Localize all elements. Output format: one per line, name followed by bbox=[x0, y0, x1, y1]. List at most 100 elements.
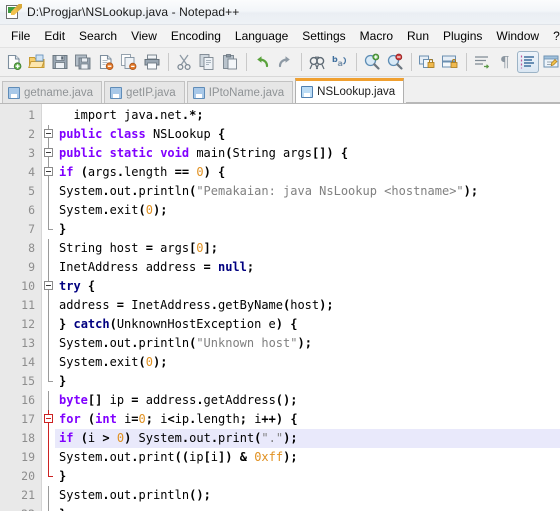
new-file-icon[interactable] bbox=[3, 51, 25, 73]
menu-item-plugins[interactable]: Plugins bbox=[436, 27, 489, 45]
fold-marker[interactable] bbox=[42, 448, 55, 467]
fold-marker[interactable] bbox=[42, 239, 55, 258]
tab-bar-empty-area bbox=[406, 77, 560, 103]
menu-item-macro[interactable]: Macro bbox=[353, 27, 400, 45]
menu-item-window[interactable]: Window bbox=[489, 27, 546, 45]
open-file-icon[interactable] bbox=[26, 51, 48, 73]
menu-item-encoding[interactable]: Encoding bbox=[164, 27, 228, 45]
fold-marker[interactable] bbox=[42, 258, 55, 277]
tab-nslookup-java[interactable]: NSLookup.java bbox=[295, 78, 405, 103]
fold-marker[interactable] bbox=[42, 296, 55, 315]
code-line[interactable]: System.exit(0); bbox=[55, 353, 560, 372]
fold-marker[interactable] bbox=[42, 334, 55, 353]
fold-marker[interactable] bbox=[42, 144, 55, 163]
code-line[interactable]: if (i > 0) System.out.print("."); bbox=[55, 429, 560, 448]
line-number: 1 bbox=[28, 108, 35, 122]
code-editor[interactable]: 1234567891011121314151617181920212223 im… bbox=[0, 104, 560, 511]
save-icon[interactable] bbox=[49, 51, 71, 73]
cut-icon[interactable] bbox=[173, 51, 195, 73]
menu-item-file[interactable]: File bbox=[4, 27, 37, 45]
fold-marker[interactable] bbox=[42, 391, 55, 410]
file-icon bbox=[301, 86, 314, 98]
replace-icon[interactable]: b a bbox=[329, 51, 351, 73]
code-folding-margin[interactable] bbox=[42, 104, 55, 511]
code-line[interactable]: System.exit(0); bbox=[55, 201, 560, 220]
zoom-in-icon[interactable] bbox=[361, 51, 383, 73]
fold-marker[interactable] bbox=[42, 220, 55, 239]
code-line[interactable]: for (int i=0; i<ip.length; i++) { bbox=[55, 410, 560, 429]
menu-item-settings[interactable]: Settings bbox=[295, 27, 352, 45]
sync-horizontal-scroll-icon[interactable] bbox=[439, 51, 461, 73]
menu-item-edit[interactable]: Edit bbox=[37, 27, 72, 45]
notepad-pencil-icon bbox=[5, 4, 22, 20]
code-line[interactable]: System.out.println(); bbox=[55, 486, 560, 505]
code-line[interactable]: } bbox=[55, 505, 560, 511]
code-line[interactable]: } bbox=[55, 372, 560, 391]
file-icon bbox=[8, 86, 20, 99]
redo-icon[interactable] bbox=[274, 51, 296, 73]
line-number: 6 bbox=[28, 203, 35, 217]
fold-marker[interactable] bbox=[42, 125, 55, 144]
code-line[interactable]: import java.net.*; bbox=[55, 106, 560, 125]
fold-marker[interactable] bbox=[42, 182, 55, 201]
code-line[interactable]: address = InetAddress.getByName(host); bbox=[55, 296, 560, 315]
line-number: 22 bbox=[0, 505, 41, 511]
line-number-gutter: 1234567891011121314151617181920212223 bbox=[0, 104, 42, 511]
fold-marker[interactable] bbox=[42, 277, 55, 296]
tab-label: NSLookup.java bbox=[317, 86, 396, 98]
fold-marker[interactable] bbox=[42, 353, 55, 372]
notepadpp-window: D:\Progjar\NSLookup.java - Notepad++ Fil… bbox=[0, 0, 560, 511]
paste-icon[interactable] bbox=[219, 51, 241, 73]
tab-iptoname-java[interactable]: IPtoName.java bbox=[186, 81, 294, 103]
fold-marker[interactable] bbox=[42, 486, 55, 505]
code-line[interactable]: System.out.print((ip[i]) & 0xff); bbox=[55, 448, 560, 467]
code-line[interactable]: if (args.length == 0) { bbox=[55, 163, 560, 182]
close-file-icon[interactable] bbox=[95, 51, 117, 73]
menu-item-view[interactable]: View bbox=[124, 27, 164, 45]
menu-item-search[interactable]: Search bbox=[72, 27, 124, 45]
show-all-characters-icon[interactable]: ¶ bbox=[494, 51, 516, 73]
code-line[interactable]: public class NSLookup { bbox=[55, 125, 560, 144]
code-line[interactable]: } catch(UnknownHostException e) { bbox=[55, 315, 560, 334]
code-line[interactable]: } bbox=[55, 220, 560, 239]
line-number: 16 bbox=[21, 393, 35, 407]
fold-marker[interactable] bbox=[42, 106, 55, 125]
indent-guide-icon[interactable] bbox=[517, 51, 539, 73]
word-wrap-icon[interactable] bbox=[471, 51, 493, 73]
fold-marker[interactable] bbox=[42, 372, 55, 391]
zoom-out-icon[interactable] bbox=[384, 51, 406, 73]
code-line[interactable]: try { bbox=[55, 277, 560, 296]
copy-icon[interactable] bbox=[196, 51, 218, 73]
code-line[interactable]: byte[] ip = address.getAddress(); bbox=[55, 391, 560, 410]
code-line[interactable]: InetAddress address = null; bbox=[55, 258, 560, 277]
fold-marker[interactable] bbox=[42, 410, 55, 429]
fold-marker[interactable] bbox=[42, 201, 55, 220]
file-icon bbox=[110, 86, 123, 99]
code-line[interactable]: String host = args[0]; bbox=[55, 239, 560, 258]
fold-marker[interactable] bbox=[42, 505, 55, 511]
tab-getname-java[interactable]: getname.java bbox=[2, 81, 103, 103]
code-line[interactable]: System.out.println("Pemakaian: java NsLo… bbox=[55, 182, 560, 201]
close-all-icon[interactable] bbox=[118, 51, 140, 73]
print-icon[interactable] bbox=[141, 51, 163, 73]
code-text-area[interactable]: import java.net.*; public class NSLookup … bbox=[55, 104, 560, 511]
sync-vertical-scroll-icon[interactable] bbox=[416, 51, 438, 73]
undo-icon[interactable] bbox=[251, 51, 273, 73]
tab-label: getIP.java bbox=[126, 86, 176, 99]
tab-getip-java[interactable]: getIP.java bbox=[104, 81, 185, 103]
code-line[interactable]: public static void main(String args[]) { bbox=[55, 144, 560, 163]
save-all-icon[interactable] bbox=[72, 51, 94, 73]
menu-item-help[interactable]: ? bbox=[546, 27, 560, 45]
menu-item-run[interactable]: Run bbox=[400, 27, 436, 45]
menu-item-language[interactable]: Language bbox=[228, 27, 295, 45]
code-line[interactable]: System.out.println("Unknown host"); bbox=[55, 334, 560, 353]
fold-marker[interactable] bbox=[42, 429, 55, 448]
fold-marker[interactable] bbox=[42, 163, 55, 182]
find-icon[interactable] bbox=[306, 51, 328, 73]
fold-marker[interactable] bbox=[42, 315, 55, 334]
toolbar-separator bbox=[168, 53, 169, 71]
fold-marker[interactable] bbox=[42, 467, 55, 486]
line-number: 12 bbox=[21, 317, 35, 331]
user-defined-dialog-icon[interactable] bbox=[540, 51, 560, 73]
code-line[interactable]: } bbox=[55, 467, 560, 486]
